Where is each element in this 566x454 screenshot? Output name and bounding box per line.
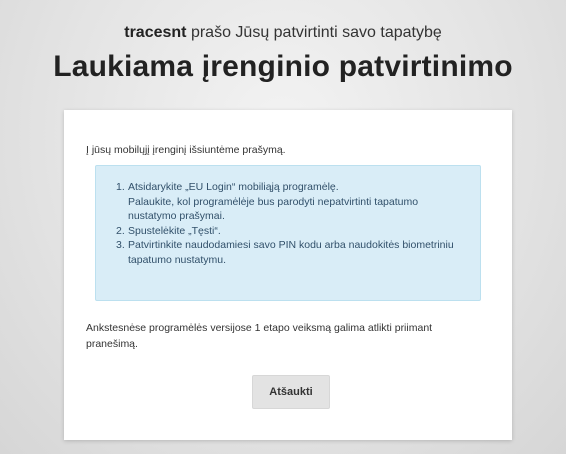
step-item: 1. Atsidarykite „EU Login“ mobiliąją pro… (116, 180, 468, 224)
step-subtext: Palaukite, kol programėlėje bus parodyti… (128, 195, 419, 223)
subtitle-text: prašo Jūsų patvirtinti savo tapatybę (186, 24, 442, 41)
step-text: Atsidarykite „EU Login“ mobiliąją progra… (128, 181, 339, 193)
instructions-box: 1. Atsidarykite „EU Login“ mobiliąją pro… (95, 165, 481, 301)
legacy-note: Ankstesnėse programėlės versijose 1 etap… (86, 322, 433, 350)
step-item: 2. Spustelėkite „Tęsti“. (116, 224, 468, 239)
step-text: Patvirtinkite naudodamiesi savo PIN kodu… (128, 239, 454, 266)
step-number: 3. (116, 239, 125, 251)
step-number: 2. (116, 224, 125, 237)
verification-card: Į jūsų mobilųjį įrenginį išsiuntėme praš… (64, 110, 512, 440)
steps-list: 1. Atsidarykite „EU Login“ mobiliąją pro… (116, 180, 468, 267)
page-subtitle: tracesnt prašo Jūsų patvirtinti savo tap… (0, 24, 566, 42)
page-title: Laukiama įrenginio patvirtinimo (53, 50, 513, 83)
step-item: 3. Patvirtinkite naudodamiesi savo PIN k… (116, 238, 468, 267)
intro-text: Į jūsų mobilųjį įrenginį išsiuntėme praš… (86, 144, 286, 156)
step-text: Spustelėkite „Tęsti“. (128, 224, 221, 237)
cancel-button[interactable]: Atšaukti (252, 375, 330, 409)
step-number: 1. (116, 181, 125, 193)
app-name: tracesnt (124, 24, 187, 41)
